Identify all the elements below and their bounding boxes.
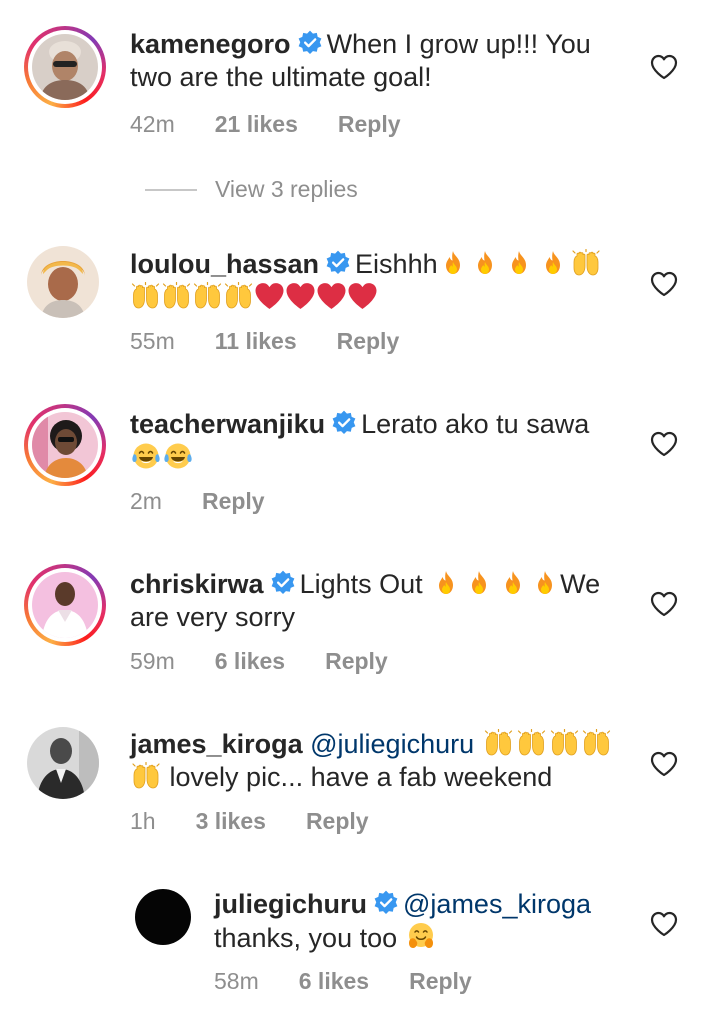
red-heart-icon [316, 282, 347, 310]
likes-count[interactable]: 11 likes [215, 328, 297, 355]
verified-badge-icon [373, 890, 399, 916]
divider [145, 188, 197, 191]
raising-hands-icon [130, 762, 162, 790]
like-heart-icon[interactable] [650, 54, 678, 80]
timestamp: 42m [130, 111, 175, 137]
likes-count[interactable]: 6 likes [215, 648, 285, 675]
username[interactable]: juliegichuru [214, 889, 367, 919]
raising-hands-icon [515, 729, 548, 757]
likes-count[interactable]: 3 likes [196, 808, 266, 835]
red-heart-icon [347, 282, 378, 310]
comment-meta: 1h 3 likes Reply [130, 808, 409, 835]
comment-text: are very sorry [130, 602, 296, 632]
fire-icon [462, 569, 496, 597]
verified-badge-icon [270, 570, 296, 596]
avatar-story-ring[interactable] [24, 564, 106, 646]
avatar-story-ring[interactable] [24, 404, 106, 486]
reply-button[interactable]: Reply [325, 648, 388, 675]
red-heart-icon [285, 282, 316, 310]
comment-meta: 59m 6 likes Reply [130, 648, 428, 675]
comment-meta: 2m Reply [130, 488, 305, 515]
likes-count[interactable]: 21 likes [215, 111, 298, 138]
avatar [32, 34, 98, 100]
mention-link[interactable]: @juliegichuru [310, 729, 474, 759]
raising-hands-icon [581, 729, 612, 757]
likes-count[interactable]: 6 likes [299, 968, 369, 995]
comment-text: thanks, you too [214, 923, 398, 953]
comment-text: lovely pic... have a fab weekend [169, 762, 553, 792]
comment-body: juliegichuru @james_kiroga thanks, you to… [214, 888, 591, 955]
comment-text: Lerato ako tu sawa [361, 409, 590, 439]
verified-badge-icon [325, 250, 351, 276]
reply-button[interactable]: Reply [338, 111, 401, 138]
fire-icon [502, 249, 536, 277]
raising-hands-icon [570, 249, 602, 277]
avatar-wrap[interactable] [24, 243, 106, 325]
comment-text: two are the ultimate goal! [130, 62, 432, 92]
username[interactable]: chriskirwa [130, 569, 264, 599]
raising-hands-icon [548, 729, 581, 757]
like-heart-icon[interactable] [650, 591, 678, 617]
like-heart-icon[interactable] [650, 751, 678, 777]
avatar [27, 727, 99, 799]
comment-text: We [560, 569, 601, 599]
fire-icon [438, 249, 468, 277]
comment-meta: 55m 11 likes Reply [130, 328, 439, 355]
raising-hands-icon [130, 282, 161, 310]
reply-button[interactable]: Reply [409, 968, 472, 995]
comment-text: Lights Out [299, 569, 423, 599]
fire-icon [496, 569, 530, 597]
fire-icon [468, 249, 502, 277]
comment-body: chriskirwa Lights Out We are very sorry [130, 568, 600, 634]
reply-button[interactable]: Reply [202, 488, 265, 515]
like-heart-icon[interactable] [650, 911, 678, 937]
comment-body: loulou_hassan Eishhh [130, 248, 602, 314]
red-heart-icon [254, 282, 285, 310]
timestamp: 59m [130, 648, 175, 674]
comment-text: Eishhh [355, 249, 438, 279]
raising-hands-icon [482, 729, 515, 757]
tears-of-joy-icon [130, 441, 162, 471]
avatar [32, 572, 98, 638]
comment-meta: 42m 21 likes Reply [130, 111, 441, 138]
view-replies-button[interactable]: View 3 replies [145, 176, 358, 203]
avatar-wrap[interactable] [24, 724, 106, 806]
avatar[interactable] [135, 889, 191, 945]
reply-button[interactable]: Reply [306, 808, 369, 835]
username[interactable]: kamenegoro [130, 29, 291, 59]
like-heart-icon[interactable] [650, 271, 678, 297]
comment-body: teacherwanjiku Lerato ako tu sawa [130, 408, 589, 475]
tears-of-joy-icon [162, 441, 194, 471]
verified-badge-icon [297, 30, 323, 56]
username[interactable]: james_kiroga [130, 729, 303, 759]
hugging-face-icon [405, 921, 437, 951]
fire-icon [530, 569, 560, 597]
like-heart-icon[interactable] [650, 431, 678, 457]
comment-text: When I grow up!!! You [326, 29, 591, 59]
fire-icon [536, 249, 570, 277]
avatar [32, 412, 98, 478]
timestamp: 55m [130, 328, 175, 354]
verified-badge-icon [331, 410, 357, 436]
comment-body: kamenegoro When I grow up!!! You two are … [130, 28, 591, 94]
timestamp: 1h [130, 808, 156, 834]
username[interactable]: loulou_hassan [130, 249, 319, 279]
username[interactable]: teacherwanjiku [130, 409, 325, 439]
raising-hands-icon [223, 282, 254, 310]
comment-body: james_kiroga @juliegichuru lovely pic...… [130, 728, 612, 794]
reply-button[interactable]: Reply [337, 328, 400, 355]
fire-icon [430, 569, 462, 597]
timestamp: 2m [130, 488, 162, 514]
timestamp: 58m [214, 968, 259, 994]
mention-link[interactable]: @james_kiroga [403, 889, 591, 919]
comment-meta: 58m 6 likes Reply [214, 968, 512, 995]
raising-hands-icon [192, 282, 223, 310]
raising-hands-icon [161, 282, 192, 310]
avatar-story-ring[interactable] [24, 26, 106, 108]
avatar [27, 246, 99, 318]
view-replies-label: View 3 replies [215, 176, 358, 202]
